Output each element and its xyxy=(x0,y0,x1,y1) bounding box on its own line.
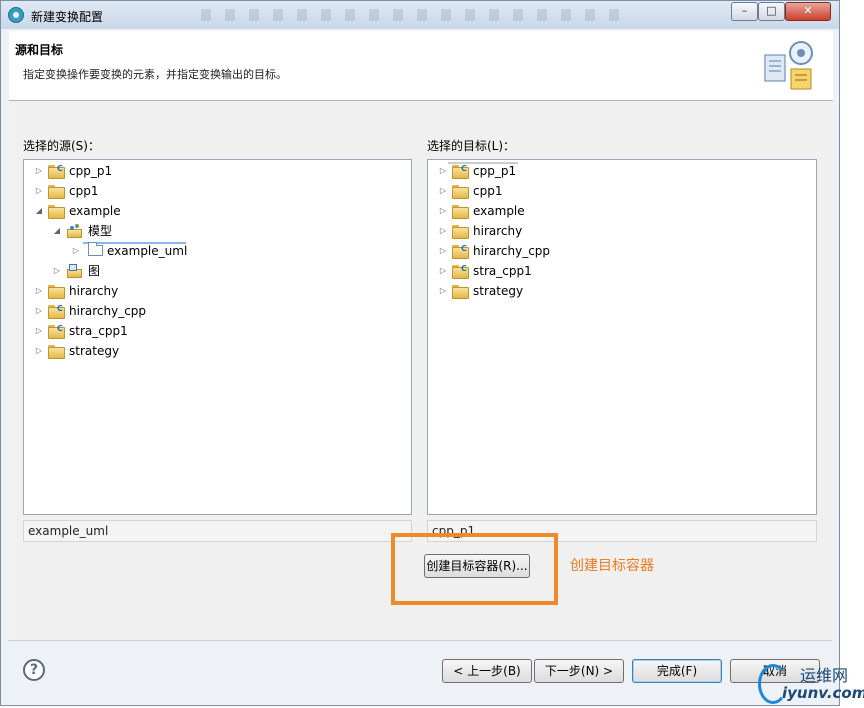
site-watermark: 运维网 iyunv.com xyxy=(756,660,864,706)
c-project-folder-icon: C xyxy=(452,164,469,179)
tree-item-example[interactable]: ◢ example xyxy=(24,201,411,221)
footer-divider xyxy=(8,640,832,641)
window-title: 新建变换配置 xyxy=(31,10,104,24)
expand-arrow-icon[interactable]: ▷ xyxy=(438,161,448,181)
page-description: 指定变换操作要变换的元素，并指定变换输出的目标。 xyxy=(23,68,287,81)
project-folder-icon xyxy=(48,205,65,219)
expand-arrow-icon[interactable]: ▷ xyxy=(438,261,448,281)
tree-item-label: example_uml xyxy=(107,244,188,258)
tree-item-cpp1[interactable]: ▷ cpp1 xyxy=(24,181,411,201)
tree-item-cpp1[interactable]: ▷ cpp1 xyxy=(428,181,816,201)
tree-item-cpp_p1[interactable]: ▷ C cpp_p1 xyxy=(428,161,816,181)
tree-item-label: strategy xyxy=(473,284,524,298)
annotation-label: 创建目标容器 xyxy=(570,558,654,574)
tree-item-label: hirarchy xyxy=(69,284,119,298)
watermark-url: iyunv.com xyxy=(782,684,864,702)
diagram-folder-icon xyxy=(67,264,83,278)
tree-item-diagrams[interactable]: ▷ 图 xyxy=(24,261,411,281)
tree-item-label: stra_cpp1 xyxy=(473,264,532,278)
title-bar: 新建变换配置 – □ ✕ xyxy=(1,1,839,29)
c-project-folder-icon: C xyxy=(48,164,65,179)
expand-arrow-icon[interactable]: ▷ xyxy=(34,161,44,181)
tree-item-label: cpp_p1 xyxy=(69,164,113,178)
tree-item-example_uml[interactable]: ▷ example_uml xyxy=(24,241,411,261)
tree-item-label: example xyxy=(69,204,121,218)
source-tree[interactable]: ▷ C cpp_p1 ▷ cpp1 ◢ example ◢ 模型 ▷ examp… xyxy=(23,159,412,515)
project-folder-icon xyxy=(452,205,469,219)
expand-arrow-icon[interactable]: ▷ xyxy=(438,241,448,261)
project-folder-icon xyxy=(452,185,469,199)
expand-arrow-icon[interactable]: ▷ xyxy=(438,201,448,221)
tree-item-label: hirarchy xyxy=(473,224,523,238)
selected-item-highlight[interactable]: example_uml xyxy=(83,242,187,258)
close-button[interactable]: ✕ xyxy=(785,2,831,21)
minimize-button[interactable]: – xyxy=(731,2,758,21)
selected-item-highlight[interactable]: C cpp_p1 xyxy=(448,162,518,179)
target-tree[interactable]: ▷ C cpp_p1 ▷ cpp1 ▷ example ▷ hirarchy ▷… xyxy=(427,159,817,515)
source-label: 选择的源(S)： xyxy=(23,139,100,153)
project-folder-icon xyxy=(452,285,469,299)
tree-item-stra_cpp1[interactable]: ▷ C stra_cpp1 xyxy=(428,261,816,281)
package-icon xyxy=(88,242,103,256)
c-project-folder-icon: C xyxy=(48,304,65,319)
expand-arrow-icon[interactable]: ▷ xyxy=(34,301,44,321)
source-selection-status: example_uml xyxy=(23,520,412,542)
expand-arrow-icon[interactable]: ▷ xyxy=(34,181,44,201)
c-project-folder-icon: C xyxy=(48,324,65,339)
tree-item-strategy[interactable]: ▷ strategy xyxy=(428,281,816,301)
tree-item-hirarchy_cpp[interactable]: ▷ C hirarchy_cpp xyxy=(428,241,816,261)
tree-item-example[interactable]: ▷ example xyxy=(428,201,816,221)
tree-item-label: cpp_p1 xyxy=(473,164,517,178)
expand-arrow-icon[interactable]: ▷ xyxy=(71,241,81,261)
back-button[interactable]: < 上一步(B) xyxy=(442,659,532,683)
create-target-container-button[interactable]: 创建目标容器(R)... xyxy=(424,554,530,578)
project-folder-icon xyxy=(48,185,65,199)
expand-arrow-icon[interactable]: ▷ xyxy=(52,261,62,281)
tree-item-hirarchy[interactable]: ▷ hirarchy xyxy=(428,221,816,241)
project-folder-icon xyxy=(48,285,65,299)
tree-item-label: example xyxy=(473,204,525,218)
maximize-button[interactable]: □ xyxy=(758,2,785,21)
tree-item-label: cpp1 xyxy=(473,184,503,198)
tree-item-label: 图 xyxy=(88,264,101,278)
tree-item-cpp_p1[interactable]: ▷ C cpp_p1 xyxy=(24,161,411,181)
tree-item-model[interactable]: ◢ 模型 xyxy=(24,221,411,241)
wizard-header: 源和目标 指定变换操作要变换的元素，并指定变换输出的目标。 xyxy=(9,31,833,101)
next-button[interactable]: 下一步(N) > xyxy=(534,659,624,683)
background-toolbar-ghost xyxy=(201,9,621,21)
c-project-folder-icon: C xyxy=(452,264,469,279)
collapse-arrow-icon[interactable]: ◢ xyxy=(52,221,62,241)
tree-item-label: hirarchy_cpp xyxy=(473,244,551,258)
watermark-text: 运维网 xyxy=(800,666,849,685)
wizard-banner-icon xyxy=(764,41,813,90)
expand-arrow-icon[interactable]: ▷ xyxy=(34,341,44,361)
tree-item-label: hirarchy_cpp xyxy=(69,304,147,318)
app-icon xyxy=(8,7,24,23)
page-title: 源和目标 xyxy=(15,43,64,57)
tree-item-label: 模型 xyxy=(88,224,113,238)
target-label: 选择的目标(L)： xyxy=(427,139,516,153)
c-project-folder-icon: C xyxy=(452,244,469,259)
expand-arrow-icon[interactable]: ▷ xyxy=(438,281,448,301)
model-folder-icon xyxy=(67,224,83,238)
collapse-arrow-icon[interactable]: ◢ xyxy=(34,201,44,221)
project-folder-icon xyxy=(452,225,469,239)
project-folder-icon xyxy=(48,345,65,359)
tree-item-label: cpp1 xyxy=(69,184,99,198)
tree-item-strategy[interactable]: ▷ strategy xyxy=(24,341,411,361)
finish-button[interactable]: 完成(F) xyxy=(632,659,722,683)
help-icon[interactable]: ? xyxy=(23,659,45,681)
expand-arrow-icon[interactable]: ▷ xyxy=(438,221,448,241)
expand-arrow-icon[interactable]: ▷ xyxy=(34,321,44,341)
tree-item-hirarchy_cpp[interactable]: ▷ C hirarchy_cpp xyxy=(24,301,411,321)
tree-item-label: strategy xyxy=(69,344,120,358)
tree-item-hirarchy[interactable]: ▷ hirarchy xyxy=(24,281,411,301)
expand-arrow-icon[interactable]: ▷ xyxy=(438,181,448,201)
expand-arrow-icon[interactable]: ▷ xyxy=(34,281,44,301)
tree-item-stra_cpp1[interactable]: ▷ C stra_cpp1 xyxy=(24,321,411,341)
tree-item-label: stra_cpp1 xyxy=(69,324,128,338)
